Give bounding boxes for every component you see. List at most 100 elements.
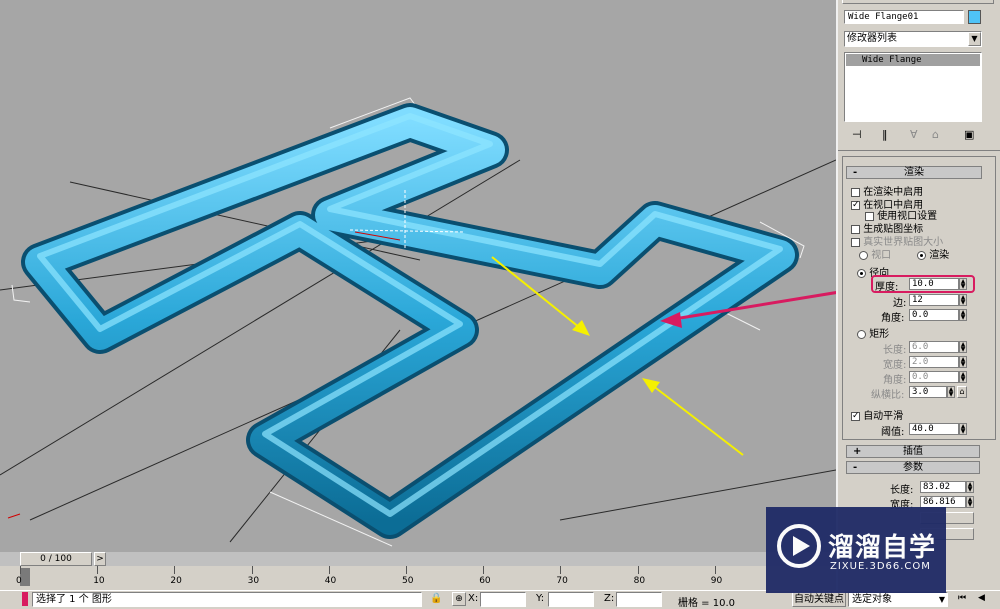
track-tick xyxy=(328,566,330,574)
time-slider-thumb[interactable]: 0 / 100 xyxy=(20,552,92,566)
render-radio[interactable] xyxy=(917,250,926,260)
rectangular-label: 矩形 xyxy=(869,329,890,340)
x-coordinate-field[interactable] xyxy=(480,592,526,607)
z-label: Z: xyxy=(604,593,615,604)
track-bar[interactable]: 0 10 20 30 40 50 60 70 80 90 xyxy=(0,566,836,590)
viewport-scene xyxy=(0,97,836,547)
watermark: 溜溜自学 ZIXUE.3D66.COM xyxy=(766,507,946,593)
threshold-value[interactable]: 40.0 xyxy=(909,423,959,435)
rect-length-spinner[interactable]: 6.0 ▲ ▼ xyxy=(909,341,967,353)
viewport-radio-label: 视口 xyxy=(871,250,892,261)
track-tick xyxy=(174,566,176,574)
z-coordinate-field[interactable] xyxy=(616,592,662,607)
thickness-value[interactable]: 10.0 xyxy=(909,278,959,290)
y-coordinate-field[interactable] xyxy=(548,592,594,607)
time-slider[interactable]: 0 / 100 > xyxy=(0,552,836,566)
viewport-radio-row[interactable]: 视口 xyxy=(859,246,891,261)
spinner-arrows-icon[interactable]: ▲ ▼ xyxy=(959,356,967,368)
track-tick-label: 70 xyxy=(556,576,568,586)
pin-stack-icon[interactable]: ⊣ xyxy=(852,128,862,141)
configure-sets-icon[interactable]: ▣ xyxy=(964,128,974,141)
spinner-arrows-icon[interactable]: ▲ ▼ xyxy=(959,309,967,321)
param-length-value[interactable]: 83.02 xyxy=(920,481,966,493)
rectangular-radio[interactable] xyxy=(857,329,866,339)
track-tick-label: 80 xyxy=(633,576,646,586)
rendering-rollout-header[interactable]: - 渲染 xyxy=(846,166,982,179)
threshold-spinner[interactable]: 40.0 ▲ ▼ xyxy=(909,423,967,435)
interpolation-title: 插值 xyxy=(903,446,923,457)
rectangular-row[interactable]: 矩形 xyxy=(857,325,889,340)
rect-width-spinner[interactable]: 2.0 ▲ ▼ xyxy=(909,356,967,368)
lock-aspect-icon[interactable]: ⌂ xyxy=(957,386,967,398)
spinner-arrows-icon[interactable]: ▲ ▼ xyxy=(959,341,967,353)
show-end-result-icon[interactable]: ‖ xyxy=(882,128,888,141)
interpolation-rollout-header[interactable]: + 插值 xyxy=(846,445,980,458)
spinner-arrows-icon[interactable]: ▲ ▼ xyxy=(959,294,967,306)
param-length-label: 长度: xyxy=(890,485,914,496)
spinner-arrows-icon[interactable]: ▲ ▼ xyxy=(959,371,967,383)
track-tick xyxy=(97,566,99,574)
angle-label: 角度: xyxy=(881,313,905,324)
perspective-viewport[interactable] xyxy=(0,0,836,552)
remove-modifier-icon[interactable]: ⌂ xyxy=(932,128,939,141)
modifier-list-dropdown[interactable]: 修改器列表 ▼ xyxy=(844,31,982,47)
object-name-field[interactable]: Wide Flange01 xyxy=(844,10,964,24)
aspect-spinner[interactable]: 3.0 ▲ ▼ xyxy=(909,386,955,398)
track-tick-label: 90 xyxy=(710,576,723,586)
chevron-down-icon[interactable]: ▼ xyxy=(939,593,945,606)
param-length-spinner[interactable]: 83.02 ▲ ▼ xyxy=(920,481,974,493)
spinner-arrows-icon[interactable]: ▲ ▼ xyxy=(959,423,967,435)
enable-in-viewport-checkbox[interactable] xyxy=(851,200,860,210)
radial-radio[interactable] xyxy=(857,268,866,278)
panel-tabs[interactable] xyxy=(842,0,994,4)
track-tick-label: 30 xyxy=(247,576,260,586)
absolute-mode-icon[interactable]: ⊕ xyxy=(452,592,466,606)
angle-spinner[interactable]: 0.0 ▲ ▼ xyxy=(909,309,967,321)
stack-toolbar: ⊣ ‖ ∀ ⌂ ▣ xyxy=(844,128,982,142)
sides-value[interactable]: 12 xyxy=(909,294,959,306)
sides-spinner[interactable]: 12 ▲ ▼ xyxy=(909,294,967,306)
previous-frame-icon[interactable]: ◀ xyxy=(978,593,985,603)
spinner-arrows-icon[interactable]: ▲ ▼ xyxy=(966,481,974,493)
chevron-down-icon[interactable]: ▼ xyxy=(968,32,981,46)
rect-angle-value[interactable]: 0.0 xyxy=(909,371,959,383)
thickness-spinner[interactable]: 10.0 ▲ ▼ xyxy=(909,278,967,290)
spinner-arrows-icon[interactable]: ▲ ▼ xyxy=(959,278,967,290)
selection-status: 选择了 1 个 图形 xyxy=(32,592,422,607)
selected-set-dropdown[interactable]: 选定对象 ▼ xyxy=(848,592,948,607)
collapse-sign: - xyxy=(853,462,858,473)
stack-item[interactable]: Wide Flange xyxy=(846,54,980,66)
go-to-start-icon[interactable]: ⏮ xyxy=(958,593,966,603)
track-tick xyxy=(637,566,639,574)
watermark-url: ZIXUE.3D66.COM xyxy=(830,561,931,572)
track-tick-label: 10 xyxy=(93,576,105,586)
modifier-stack[interactable]: Wide Flange xyxy=(844,52,982,122)
rendering-title: 渲染 xyxy=(904,167,924,178)
aspect-label: 纵横比: xyxy=(871,390,905,401)
rect-angle-spinner[interactable]: 0.0 ▲ ▼ xyxy=(909,371,967,383)
aspect-value[interactable]: 3.0 xyxy=(909,386,947,398)
viewport-radio[interactable] xyxy=(859,250,868,260)
next-frame-button[interactable]: > xyxy=(94,552,106,566)
make-unique-icon[interactable]: ∀ xyxy=(910,128,918,141)
track-tick xyxy=(483,566,485,574)
lock-selection-icon[interactable]: 🔒 xyxy=(430,593,442,604)
rect-length-value[interactable]: 6.0 xyxy=(909,341,959,353)
track-tick-label: 50 xyxy=(402,576,414,586)
maxscript-listener-marker[interactable] xyxy=(22,592,28,606)
rect-angle-label: 角度: xyxy=(883,375,907,386)
parameters-rollout-header[interactable]: - 参数 xyxy=(846,461,980,474)
auto-key-button[interactable]: 自动关键点 xyxy=(792,592,846,607)
sides-label: 边: xyxy=(893,298,907,309)
collapse-sign: - xyxy=(853,167,858,178)
spinner-arrows-icon[interactable]: ▲ ▼ xyxy=(947,386,955,398)
object-color-swatch[interactable] xyxy=(968,10,981,24)
auto-smooth-row[interactable]: 自动平滑 xyxy=(851,407,903,422)
render-radio-row[interactable]: 渲染 xyxy=(917,246,949,261)
auto-smooth-checkbox[interactable] xyxy=(851,411,860,421)
rect-width-value[interactable]: 2.0 xyxy=(909,356,959,368)
track-tick xyxy=(560,566,562,574)
parameters-title: 参数 xyxy=(903,462,923,473)
spinner-arrows-icon[interactable]: ▲ ▼ xyxy=(966,496,974,508)
angle-value[interactable]: 0.0 xyxy=(909,309,959,321)
